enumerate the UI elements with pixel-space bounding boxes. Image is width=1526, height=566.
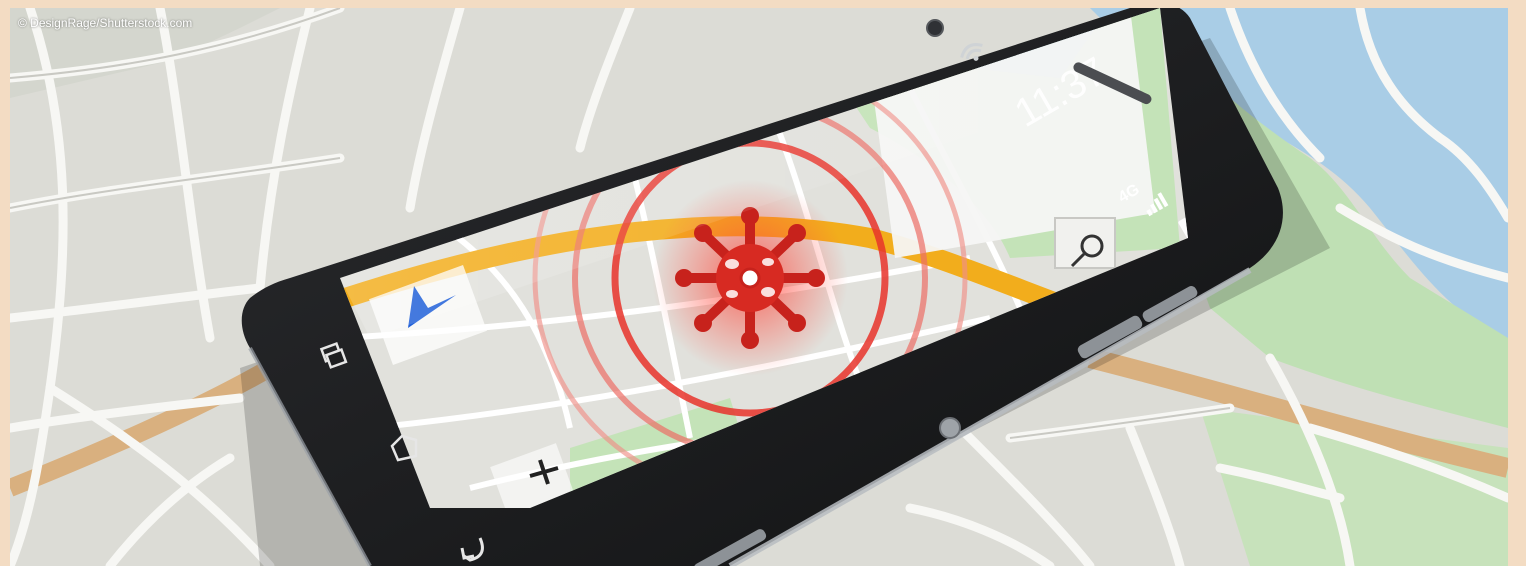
front-camera — [926, 19, 944, 37]
photo-illustration: 11:37 4G — [10, 8, 1508, 566]
photo-scene: 11:37 4G — [10, 8, 1508, 566]
side-key — [939, 417, 961, 439]
search-button[interactable] — [1054, 217, 1116, 269]
photo-frame: © DesignRage/Shutterstock.com 4G — [0, 0, 1526, 566]
virus-icon — [675, 207, 825, 349]
photo-credit: © DesignRage/Shutterstock.com — [18, 16, 193, 30]
